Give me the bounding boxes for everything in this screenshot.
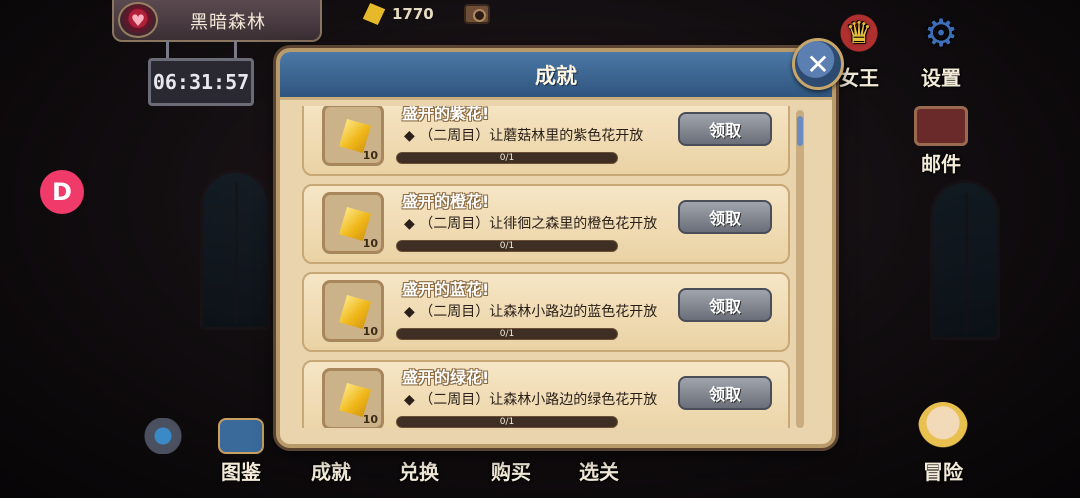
progress-bar: 0/1: [396, 416, 618, 428]
character-portrait-icon: [918, 402, 968, 454]
exchange-label: 兑换: [399, 460, 439, 484]
heart-emblem-icon: ♥: [118, 2, 158, 38]
reward-icon-box: 10: [322, 368, 384, 428]
gem-counter: 1770: [364, 4, 434, 24]
claim-button[interactable]: 领取: [678, 200, 772, 234]
overlay-app-icon[interactable]: D: [40, 170, 84, 214]
progress-text: 0/1: [499, 329, 515, 339]
achievement-description: ◆ （二周目）让森林小路边的绿色花开放: [404, 392, 658, 408]
queen-button[interactable]: ♛ 女王: [832, 6, 886, 91]
claim-button[interactable]: 领取: [678, 288, 772, 322]
achievement-description: ◆ （二周目）让徘徊之森里的橙色花开放: [404, 216, 658, 232]
achievements-label: 成就: [311, 460, 351, 484]
camera-icon[interactable]: [464, 4, 490, 24]
stage-select-label: 选关: [579, 460, 619, 484]
scrollbar-thumb[interactable]: [797, 116, 803, 146]
achievement-title: 盛开的蓝花!: [402, 280, 490, 299]
dialog-title: 成就: [535, 63, 577, 88]
gem-icon: [339, 207, 371, 241]
claim-button[interactable]: 领取: [678, 376, 772, 410]
progress-text: 0/1: [499, 153, 515, 163]
mailbox-icon: [914, 106, 968, 146]
achievement-list[interactable]: 10 盛开的紫花! ◆ （二周目）让蘑菇林里的紫色花开放 0/1 领取 10 盛…: [302, 106, 796, 428]
gem-icon: [339, 383, 371, 417]
close-button[interactable]: ✕: [792, 38, 844, 90]
reward-icon-box: 10: [322, 106, 384, 166]
gem-count: 1770: [392, 5, 434, 23]
progress-bar: 0/1: [396, 152, 618, 164]
codex-label: 图鉴: [221, 460, 261, 484]
adventure-label: 冒险: [923, 460, 963, 484]
progress-text: 0/1: [499, 241, 515, 251]
chain-decoration: [234, 40, 237, 58]
reward-quantity: 10: [362, 149, 378, 162]
achievements-dialog: 成就 10 盛开的紫花! ◆ （二周目）让蘑菇林里的紫色花开放 0/1 领取 1…: [276, 48, 836, 448]
claim-button[interactable]: 领取: [678, 112, 772, 146]
mail-label: 邮件: [921, 152, 961, 176]
chain-decoration: [166, 40, 169, 58]
book-icon: [218, 418, 264, 454]
achievement-item: 10 盛开的橙花! ◆ （二周目）让徘徊之森里的橙色花开放 0/1 领取: [302, 184, 790, 264]
achievement-description: ◆ （二周目）让蘑菇林里的紫色花开放: [404, 128, 644, 144]
settings-button[interactable]: ⚙ 设置: [914, 6, 968, 91]
codex-button[interactable]: 图鉴: [218, 418, 264, 485]
game-screen: ♥ 黑暗森林 06:31:57 1770 D ♛ 女王 ⚙ 设置 邮件 图鉴 成…: [0, 0, 1080, 498]
achievement-description: ◆ （二周目）让森林小路边的蓝色花开放: [404, 304, 658, 320]
gear-icon: ⚙: [923, 11, 959, 55]
reward-quantity: 10: [362, 413, 378, 426]
achievement-title: 盛开的紫花!: [402, 106, 490, 123]
settings-label: 设置: [921, 66, 961, 90]
progress-bar: 0/1: [396, 240, 618, 252]
achievement-item: 10 盛开的蓝花! ◆ （二周目）让森林小路边的蓝色花开放 0/1 领取: [302, 272, 790, 352]
gem-icon: [362, 2, 386, 26]
countdown-timer: 06:31:57: [148, 58, 254, 106]
achievement-title: 盛开的绿花!: [402, 368, 490, 387]
shop-label: 购买: [491, 460, 531, 484]
achievement-item: 10 盛开的紫花! ◆ （二周目）让蘑菇林里的紫色花开放 0/1 领取: [302, 106, 790, 176]
gem-icon: [339, 295, 371, 329]
compass-button[interactable]: [140, 418, 186, 456]
progress-text: 0/1: [499, 417, 515, 427]
queen-label: 女王: [839, 66, 879, 90]
reward-quantity: 10: [362, 325, 378, 338]
mail-button[interactable]: 邮件: [914, 100, 968, 177]
achievement-item: 10 盛开的绿花! ◆ （二周目）让森林小路边的绿色花开放 0/1 领取: [302, 360, 790, 428]
compass-icon: [140, 418, 186, 454]
scrollbar[interactable]: [796, 110, 804, 428]
achievement-title: 盛开的橙花!: [402, 192, 490, 211]
location-name: 黑暗森林: [190, 12, 266, 33]
adventure-button[interactable]: 冒险: [918, 402, 968, 485]
dialog-header: 成就: [280, 52, 832, 100]
reward-icon-box: 10: [322, 192, 384, 254]
progress-bar: 0/1: [396, 328, 618, 340]
reward-quantity: 10: [362, 237, 378, 250]
gem-icon: [339, 119, 371, 153]
reward-icon-box: 10: [322, 280, 384, 342]
